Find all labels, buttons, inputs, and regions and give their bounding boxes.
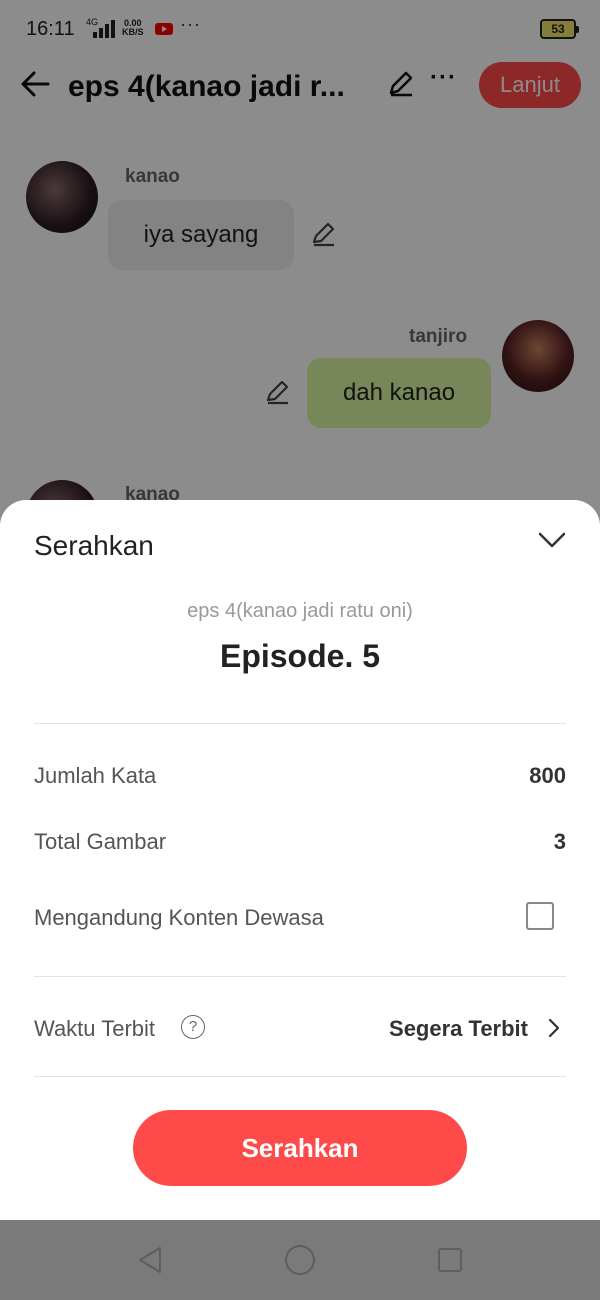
image-count-value: 3	[553, 829, 566, 854]
adult-content-checkbox[interactable]	[526, 902, 554, 930]
publish-time-label: Waktu Terbit	[34, 1016, 156, 1041]
word-count-value: 800	[529, 763, 566, 788]
submit-bottom-sheet: Serahkan eps 4(kanao jadi ratu oni) Epis…	[0, 500, 600, 1220]
sheet-title: Serahkan	[34, 530, 154, 561]
adult-content-label: Mengandung Konten Dewasa	[34, 905, 324, 930]
divider	[34, 1076, 566, 1077]
chevron-down-icon[interactable]	[536, 526, 568, 554]
story-title: eps 4(kanao jadi ratu oni)	[187, 600, 413, 622]
nav-home-icon[interactable]	[285, 1245, 315, 1275]
image-count-label: Total Gambar	[34, 829, 167, 854]
chevron-right-icon[interactable]	[544, 1014, 564, 1042]
episode-number: Episode. 5	[219, 638, 381, 674]
divider	[34, 976, 566, 977]
divider	[34, 723, 566, 724]
navigation-bar	[0, 1220, 600, 1300]
nav-recent-apps-icon[interactable]	[438, 1248, 462, 1272]
help-icon[interactable]: ?	[181, 1015, 205, 1039]
submit-button[interactable]: Serahkan	[133, 1110, 467, 1186]
nav-back-icon[interactable]	[136, 1246, 164, 1274]
word-count-label: Jumlah Kata	[34, 763, 157, 788]
publish-time-value[interactable]: Segera Terbit	[320, 1016, 528, 1042]
